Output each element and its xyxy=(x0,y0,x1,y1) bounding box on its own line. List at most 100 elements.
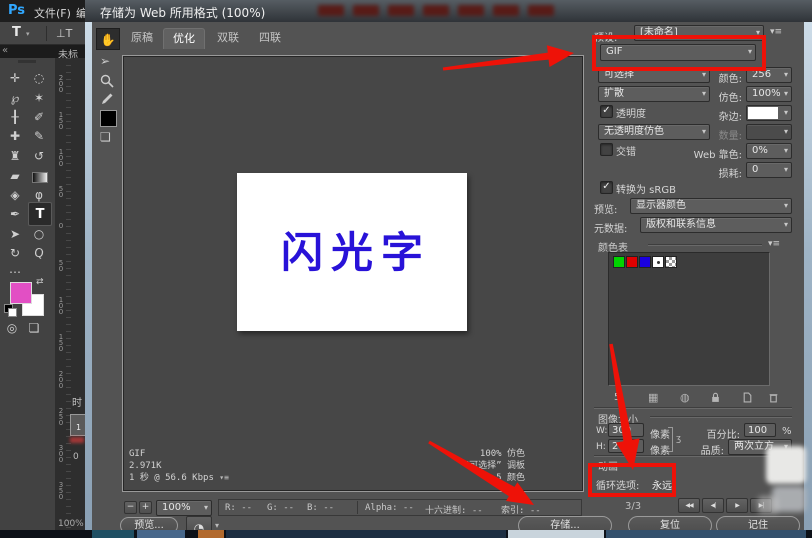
smudge-tool-icon[interactable]: ◈ xyxy=(5,187,25,203)
eyedropper-dialog-icon[interactable] xyxy=(100,92,114,106)
timeline-red-smudge xyxy=(70,437,84,443)
dialog-left-border xyxy=(85,22,92,530)
metadata-value: 版权和联系信息 xyxy=(646,219,716,230)
taskbar-thumb[interactable] xyxy=(508,530,604,538)
canvas-text: 闪光字 xyxy=(237,219,467,280)
timeline-scrap-zero: 0 xyxy=(73,452,79,462)
tab-original[interactable]: 原稿 xyxy=(122,28,162,48)
play-button[interactable]: ▶ xyxy=(726,498,748,513)
websafe-icon[interactable]: ◍ xyxy=(680,391,690,404)
blurred-cursor-artifact xyxy=(766,446,806,484)
taskbar-thumb[interactable] xyxy=(137,530,185,538)
taskbar-thumb[interactable] xyxy=(92,530,134,538)
dodge-tool-icon[interactable]: φ xyxy=(29,187,49,203)
height-field[interactable]: 200 xyxy=(608,439,644,453)
matte-swatch-dropdown[interactable]: ▾ xyxy=(746,105,792,121)
ruler-label: 200 xyxy=(57,371,65,389)
lossy-dropdown[interactable]: 0 xyxy=(746,162,792,178)
slice-select-tool-icon[interactable]: ➢ xyxy=(100,54,110,68)
gradient-tool-icon[interactable] xyxy=(32,172,48,183)
websafe-dot xyxy=(657,261,660,264)
srgb-checkbox[interactable]: ✓ xyxy=(600,181,613,194)
delete-color-icon[interactable] xyxy=(768,392,779,403)
tab-2up[interactable]: 双联 xyxy=(208,28,248,48)
type-tool-icon[interactable]: T xyxy=(12,25,21,40)
color-table-area[interactable] xyxy=(608,252,770,386)
dither-method-dropdown[interactable]: 扩散 xyxy=(598,86,710,102)
taskbar-thumb[interactable] xyxy=(198,530,224,538)
lock-color-icon[interactable] xyxy=(710,392,721,403)
preview-menu-dropdown[interactable]: 显示器颜色 xyxy=(630,198,792,214)
panel-collapse-icon[interactable]: « xyxy=(2,45,8,56)
zoom-tool-dialog-icon[interactable] xyxy=(100,74,114,88)
websnap-swatch-icon[interactable]: ▦ xyxy=(648,391,658,404)
taskbar-thumb[interactable] xyxy=(606,530,806,538)
speed-menu-icon[interactable]: ▾≡ xyxy=(219,473,229,482)
path-select-tool-icon[interactable]: ➤ xyxy=(5,226,25,242)
rotate-view-tool-icon[interactable]: ↻ xyxy=(5,245,25,261)
color-swatch-white[interactable] xyxy=(652,256,664,268)
transparency-checkbox[interactable]: ✓ xyxy=(600,105,613,118)
percent-field[interactable]: 100 xyxy=(744,423,776,437)
lasso-tool-icon[interactable]: ℘ xyxy=(5,90,25,106)
marquee-tool-icon[interactable]: ◌ xyxy=(29,70,49,86)
width-label: W: xyxy=(596,426,607,436)
first-frame-button[interactable]: ◀◀ xyxy=(678,498,700,513)
blurred-titlebar-item xyxy=(318,5,344,16)
zoom-level-dropdown[interactable]: 100% xyxy=(156,500,212,516)
tab-optimized[interactable]: 优化 xyxy=(163,28,205,49)
panel-menu-icon[interactable]: ▾≡ xyxy=(770,27,782,37)
tab-4up[interactable]: 四联 xyxy=(250,28,290,48)
dither-dropdown[interactable]: 100% xyxy=(746,86,792,102)
screen-mode-icon[interactable]: ❏ xyxy=(24,320,44,336)
menu-edit-partial[interactable]: 编 xyxy=(76,5,85,21)
color-swatch-blue[interactable] xyxy=(639,256,651,268)
history-brush-tool-icon[interactable]: ↺ xyxy=(29,148,49,164)
more-tools-icon[interactable]: ⋯ xyxy=(5,264,25,280)
zoom-in-button[interactable]: + xyxy=(139,501,152,514)
menu-file[interactable]: 文件(F) xyxy=(34,5,71,21)
zoom-out-button[interactable]: − xyxy=(124,501,137,514)
brush-tool-icon[interactable]: ✎ xyxy=(29,128,49,144)
preview-pane[interactable]: 闪光字 GIF 2.971K 1 秒 @ 56.6 Kbps ▾≡ 100% 仿… xyxy=(122,55,584,492)
shape-tool-icon[interactable]: ○ xyxy=(29,226,49,242)
healing-tool-icon[interactable]: ✚ xyxy=(5,128,25,144)
type-tool-selected[interactable]: T xyxy=(28,202,52,226)
swap-colors-icon[interactable]: ⇄ xyxy=(36,277,44,287)
taskbar-thumb[interactable] xyxy=(226,530,506,538)
quick-mask-icon[interactable]: ◎ xyxy=(2,320,22,336)
toolbox-grip[interactable] xyxy=(18,60,36,63)
eraser-tool-icon[interactable]: ▰ xyxy=(5,168,25,184)
new-color-icon[interactable] xyxy=(742,392,753,403)
magic-wand-tool-icon[interactable]: ✶ xyxy=(29,90,49,106)
crop-tool-icon[interactable]: ╂ xyxy=(5,109,25,125)
color-swatch-red[interactable] xyxy=(626,256,638,268)
browser-chevron-icon[interactable]: ▾ xyxy=(215,521,219,530)
color-swatch-transparent[interactable] xyxy=(665,256,677,268)
foreground-color-swatch[interactable] xyxy=(10,282,32,304)
move-tool-icon[interactable]: ✛ xyxy=(5,70,25,86)
metadata-dropdown[interactable]: 版权和联系信息 xyxy=(640,217,792,233)
toggle-slices-icon[interactable]: ❏ xyxy=(100,130,111,144)
text-orientation-icon[interactable]: ⊥T xyxy=(56,27,72,40)
minus-icon: − xyxy=(127,502,135,512)
clone-stamp-tool-icon[interactable]: ♜ xyxy=(5,148,25,164)
transparency-dither-dropdown[interactable]: 无透明度仿色 xyxy=(598,124,710,140)
web-snap-dropdown[interactable]: 0% xyxy=(746,143,792,159)
interlaced-checkbox[interactable] xyxy=(600,143,613,156)
color-table-menu-icon[interactable]: ▾≡ xyxy=(768,239,780,249)
previous-frame-button[interactable]: ◀| xyxy=(702,498,724,513)
plus-icon: + xyxy=(142,502,150,512)
color-swatch-green[interactable] xyxy=(613,256,625,268)
width-value: 300 xyxy=(612,425,631,436)
blurred-titlebar-item xyxy=(423,5,449,16)
dialog-titlebar[interactable]: 存储为 Web 所用格式 (100%) xyxy=(85,0,812,23)
eyedropper-color-swatch[interactable] xyxy=(100,110,117,127)
dialog-hand-tool[interactable]: ✋ xyxy=(96,28,120,50)
options-bar: T ▾ ⊥T xyxy=(0,22,85,45)
eyedropper-tool-icon[interactable]: ✐ xyxy=(29,109,49,125)
amount-label: 数量: xyxy=(700,127,742,142)
pen-tool-icon[interactable]: ✒ xyxy=(5,206,25,222)
zoom-tool-icon[interactable]: Q xyxy=(28,244,50,263)
width-field[interactable]: 300 xyxy=(608,423,644,437)
